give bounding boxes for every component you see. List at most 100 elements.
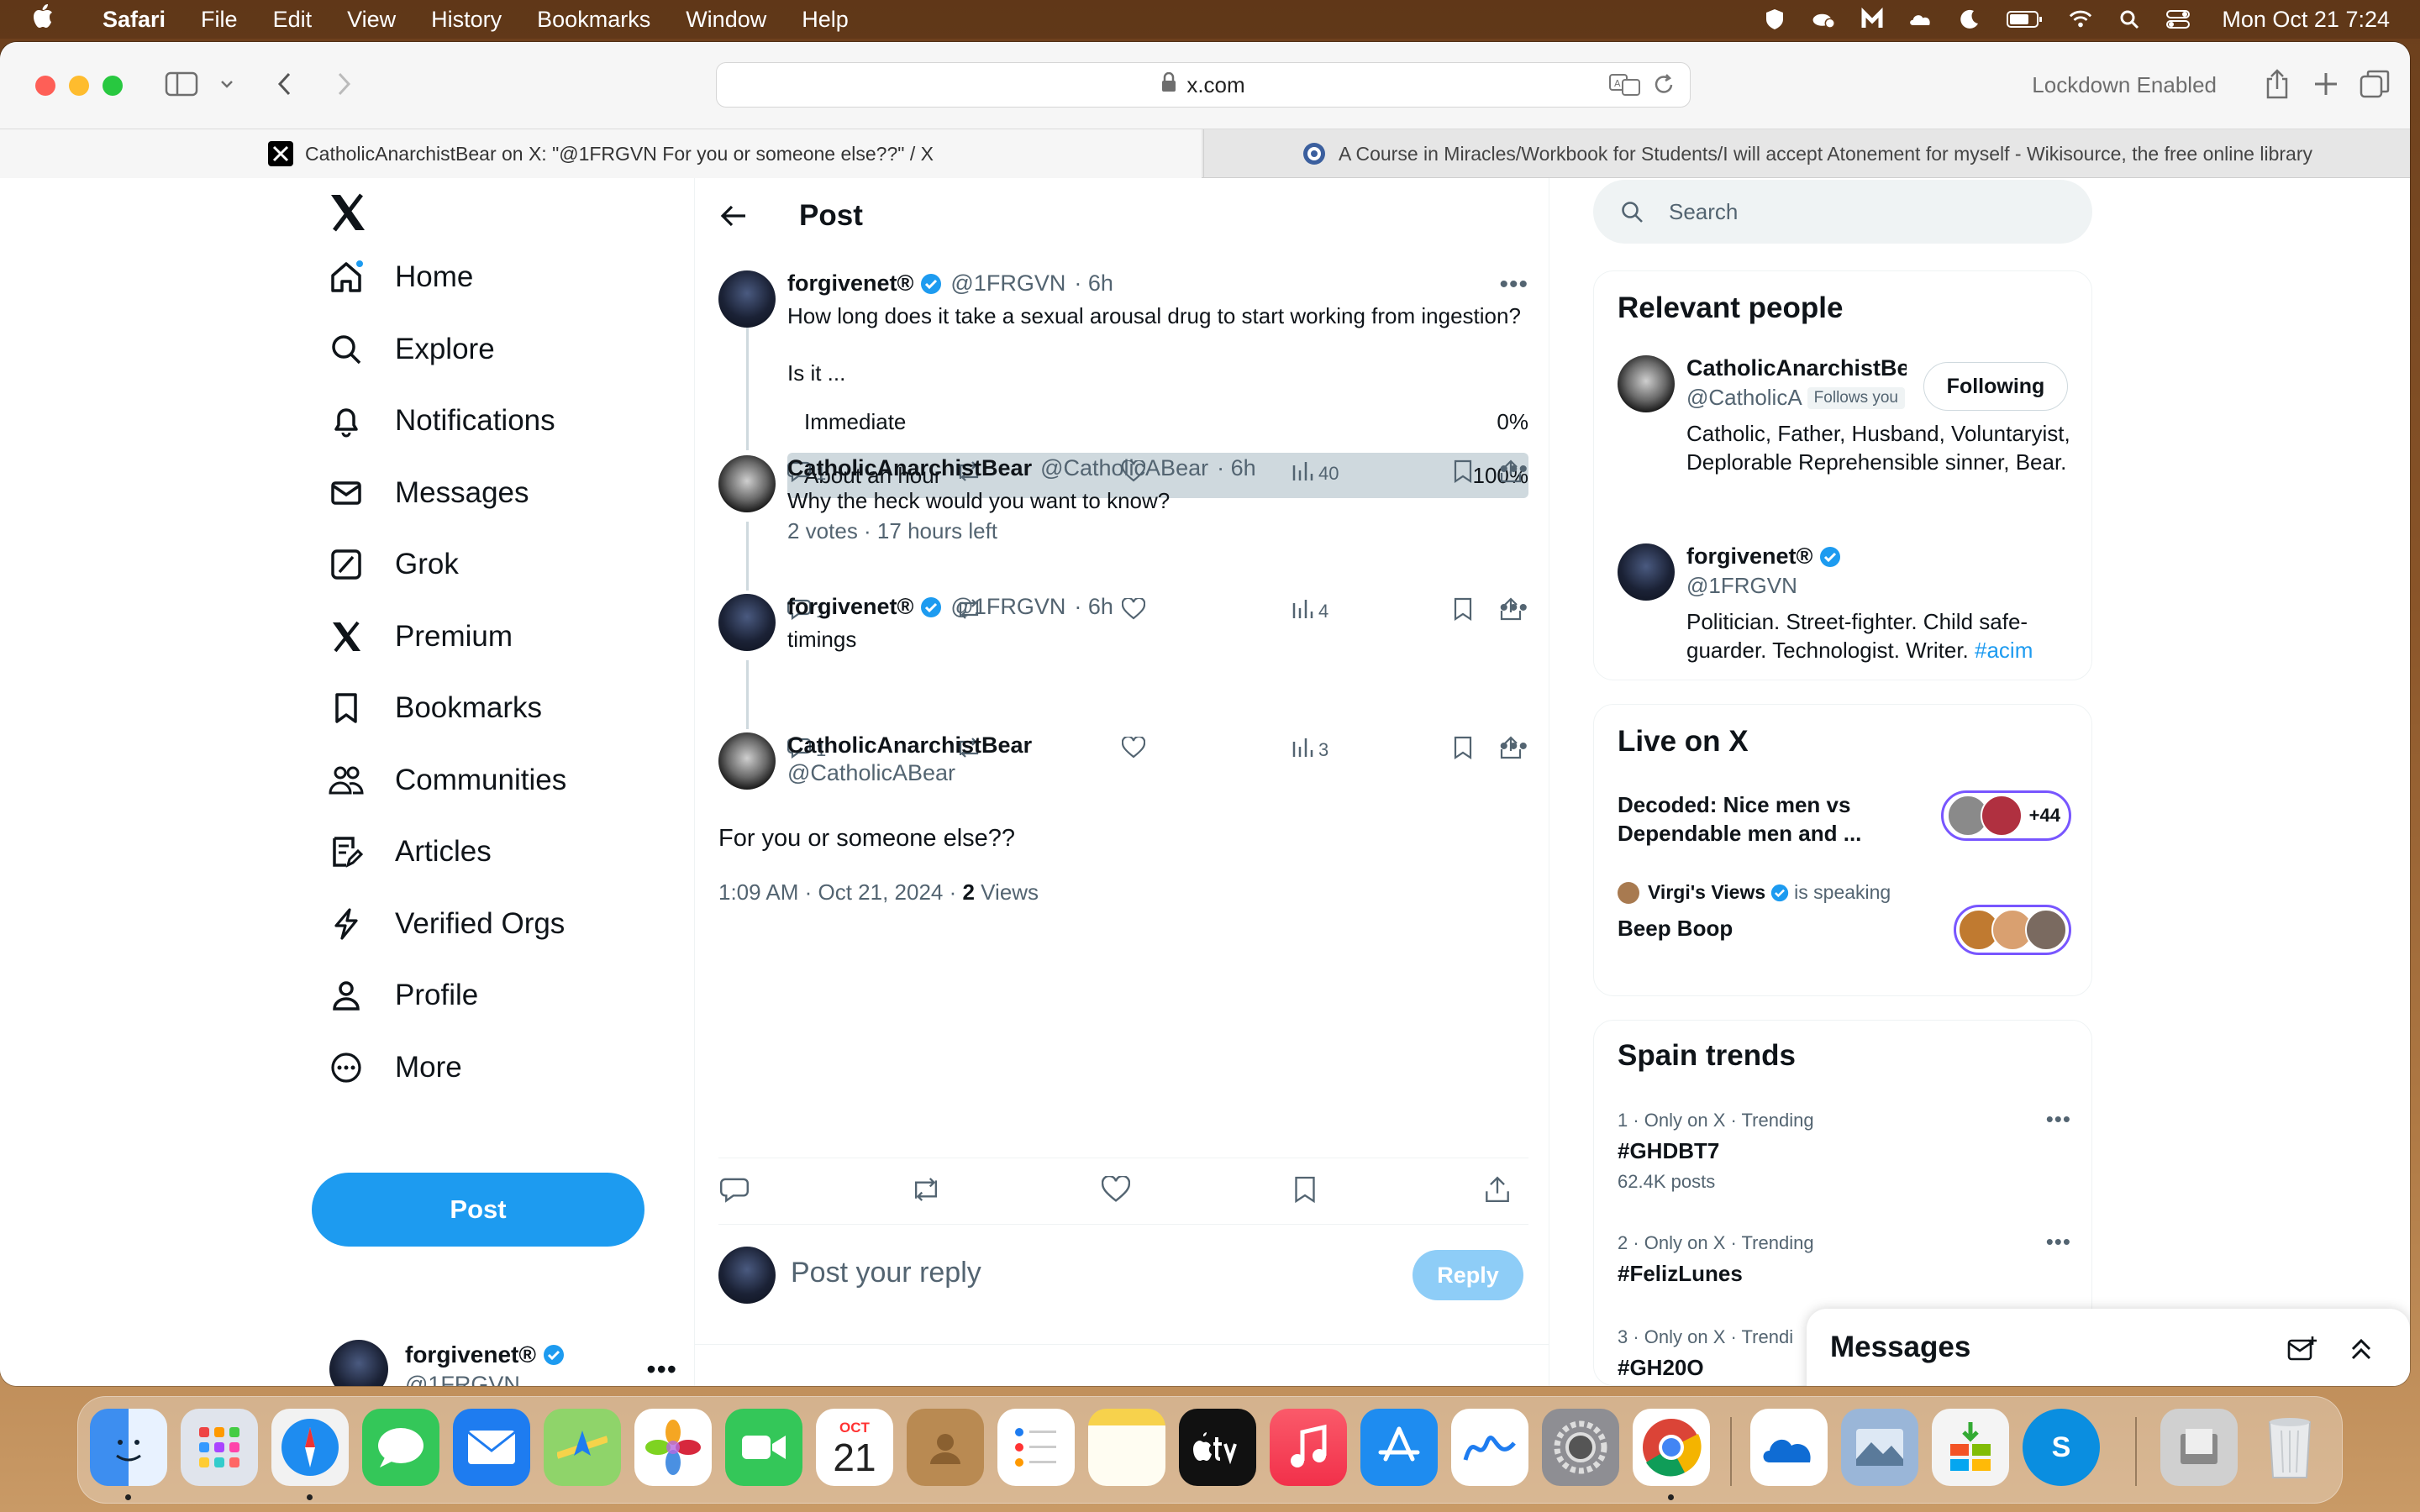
reload-icon[interactable] bbox=[1653, 73, 1675, 102]
new-tab-icon[interactable] bbox=[2311, 67, 2341, 101]
live-space-item[interactable]: Virgi's Views is speaking Beep Boop bbox=[1618, 881, 2071, 965]
appletv-icon[interactable] bbox=[1179, 1409, 1256, 1486]
close-window-button[interactable] bbox=[35, 76, 55, 96]
menu-app-safari[interactable]: Safari bbox=[103, 7, 166, 33]
avatar[interactable] bbox=[718, 455, 776, 512]
skype-icon[interactable]: S bbox=[2023, 1409, 2100, 1486]
shield-icon[interactable] bbox=[1763, 8, 1786, 31]
nav-premium[interactable]: Premium bbox=[328, 612, 513, 662]
finder-icon[interactable] bbox=[90, 1409, 167, 1486]
tweet-time[interactable]: · 6h bbox=[1074, 270, 1113, 297]
following-button[interactable]: Following bbox=[1923, 362, 2068, 411]
tweet-author-handle[interactable]: @1FRGVN bbox=[950, 594, 1065, 620]
nav-bookmarks[interactable]: Bookmarks bbox=[328, 683, 542, 733]
maps-icon[interactable] bbox=[544, 1409, 621, 1486]
address-bar[interactable]: x.com A bbox=[716, 62, 1691, 108]
nav-grok[interactable]: Grok bbox=[328, 539, 459, 590]
x-logo-icon[interactable] bbox=[328, 193, 368, 236]
nav-explore[interactable]: Explore bbox=[328, 324, 495, 375]
messages-icon[interactable] bbox=[362, 1409, 439, 1486]
fullscreen-window-button[interactable] bbox=[103, 76, 123, 96]
tweet-author-name[interactable]: CatholicAnarchistBear bbox=[787, 455, 1032, 481]
menubar-clock[interactable]: Mon Oct 21 7:24 bbox=[2222, 7, 2390, 33]
nav-more[interactable]: More bbox=[328, 1042, 462, 1093]
nav-notifications[interactable]: Notifications bbox=[328, 396, 555, 446]
notes-icon[interactable] bbox=[1088, 1409, 1165, 1486]
back-arrow-icon[interactable] bbox=[720, 204, 754, 228]
forward-icon[interactable] bbox=[331, 67, 358, 101]
tweet-time[interactable]: · 6h bbox=[1217, 455, 1256, 481]
messages-drawer[interactable]: Messages bbox=[1807, 1309, 2410, 1386]
avatar[interactable] bbox=[718, 270, 776, 328]
account-switcher[interactable]: forgivenet® @1FRGVN ••• bbox=[329, 1336, 677, 1386]
like-action[interactable] bbox=[1101, 1174, 1131, 1209]
more-horizontal-icon[interactable]: ••• bbox=[2046, 1229, 2071, 1255]
tweet-time[interactable]: · 6h bbox=[1074, 594, 1113, 620]
tweet-author-handle[interactable]: @CatholicABear bbox=[1040, 455, 1208, 481]
menu-bookmarks[interactable]: Bookmarks bbox=[537, 7, 650, 33]
safari-icon[interactable] bbox=[271, 1409, 349, 1486]
avatar[interactable] bbox=[718, 594, 776, 651]
more-horizontal-icon[interactable]: ••• bbox=[1499, 455, 1528, 484]
menu-history[interactable]: History bbox=[431, 7, 502, 33]
nav-home[interactable]: Home bbox=[328, 252, 473, 302]
nav-articles[interactable]: Articles bbox=[328, 827, 492, 877]
reminders-icon[interactable] bbox=[997, 1409, 1075, 1486]
menu-edit[interactable]: Edit bbox=[273, 7, 313, 33]
trend-item[interactable]: 2 · Only on X · Trending #FelizLunes ••• bbox=[1618, 1229, 2071, 1287]
nav-profile[interactable]: Profile bbox=[328, 970, 478, 1021]
live-space-item[interactable]: Decoded: Nice men vs Dependable men and … bbox=[1618, 790, 2071, 849]
nav-communities[interactable]: Communities bbox=[328, 755, 566, 806]
new-message-icon[interactable] bbox=[2286, 1332, 2319, 1366]
share-icon[interactable] bbox=[2262, 67, 2292, 101]
avatar[interactable] bbox=[718, 732, 776, 790]
launchpad-icon[interactable] bbox=[181, 1409, 258, 1486]
search-input[interactable]: Search bbox=[1593, 180, 2092, 244]
tweet-author-name[interactable]: CatholicAnarchistBear bbox=[787, 732, 1032, 759]
sidebar-toggle-icon[interactable] bbox=[163, 67, 200, 101]
preview-icon[interactable] bbox=[1841, 1409, 1918, 1486]
reply-input[interactable]: Post your reply bbox=[791, 1257, 981, 1289]
avatar[interactable] bbox=[1618, 543, 1675, 601]
avatar[interactable] bbox=[1618, 355, 1675, 412]
more-horizontal-icon[interactable]: ••• bbox=[2046, 1106, 2071, 1132]
tab-overview-icon[interactable] bbox=[2358, 67, 2391, 101]
cloud-icon[interactable] bbox=[1812, 8, 1836, 31]
moon-icon[interactable] bbox=[1958, 8, 1981, 31]
nav-messages[interactable]: Messages bbox=[328, 468, 529, 518]
nav-verified-orgs[interactable]: Verified Orgs bbox=[328, 899, 565, 949]
downloads-icon[interactable] bbox=[2160, 1409, 2238, 1486]
search-icon[interactable] bbox=[2118, 8, 2141, 31]
calendar-icon[interactable]: OCT 21 bbox=[816, 1409, 893, 1486]
menu-help[interactable]: Help bbox=[802, 7, 849, 33]
chevron-up-double-icon[interactable] bbox=[2344, 1332, 2378, 1366]
control-center-icon[interactable] bbox=[2166, 8, 2191, 31]
hashtag-link[interactable]: #acim bbox=[1975, 638, 2033, 663]
trend-item[interactable]: 1 · Only on X · Trending #GHDBT7 62.4K p… bbox=[1618, 1106, 2071, 1193]
more-horizontal-icon[interactable]: ••• bbox=[1499, 732, 1528, 761]
onedrive-icon[interactable] bbox=[1750, 1409, 1828, 1486]
wifi-icon[interactable] bbox=[2069, 8, 2092, 31]
person-name[interactable]: forgivenet® bbox=[1686, 543, 1812, 570]
music-icon[interactable] bbox=[1270, 1409, 1347, 1486]
tab-x-post[interactable]: CatholicAnarchistBear on X: "@1FRGVN For… bbox=[0, 129, 1202, 178]
battery-icon[interactable] bbox=[2007, 8, 2044, 31]
cloud-storage-icon[interactable] bbox=[1909, 8, 1933, 31]
appstore-icon[interactable] bbox=[1360, 1409, 1438, 1486]
contacts-icon[interactable] bbox=[907, 1409, 984, 1486]
bookmark-action[interactable] bbox=[1293, 1175, 1317, 1209]
tweet-author-name[interactable]: forgivenet® bbox=[787, 594, 913, 620]
person-item[interactable]: forgivenet® @1FRGVN Politician. Street-f… bbox=[1618, 543, 2071, 664]
translate-icon[interactable]: A bbox=[1609, 73, 1641, 102]
tweet-author-handle[interactable]: @CatholicABear bbox=[787, 760, 955, 786]
reply-action[interactable] bbox=[720, 1175, 749, 1209]
settings-icon[interactable] bbox=[1542, 1409, 1619, 1486]
facetime-icon[interactable] bbox=[725, 1409, 802, 1486]
mail-icon[interactable] bbox=[453, 1409, 530, 1486]
share-action[interactable] bbox=[1485, 1175, 1510, 1209]
reply-button[interactable]: Reply bbox=[1413, 1250, 1523, 1300]
repost-action[interactable] bbox=[910, 1175, 942, 1209]
installer-icon[interactable] bbox=[1932, 1409, 2009, 1486]
menu-view[interactable]: View bbox=[347, 7, 396, 33]
tab-wikisource[interactable]: A Course in Miracles/Workbook for Studen… bbox=[1203, 129, 2410, 178]
